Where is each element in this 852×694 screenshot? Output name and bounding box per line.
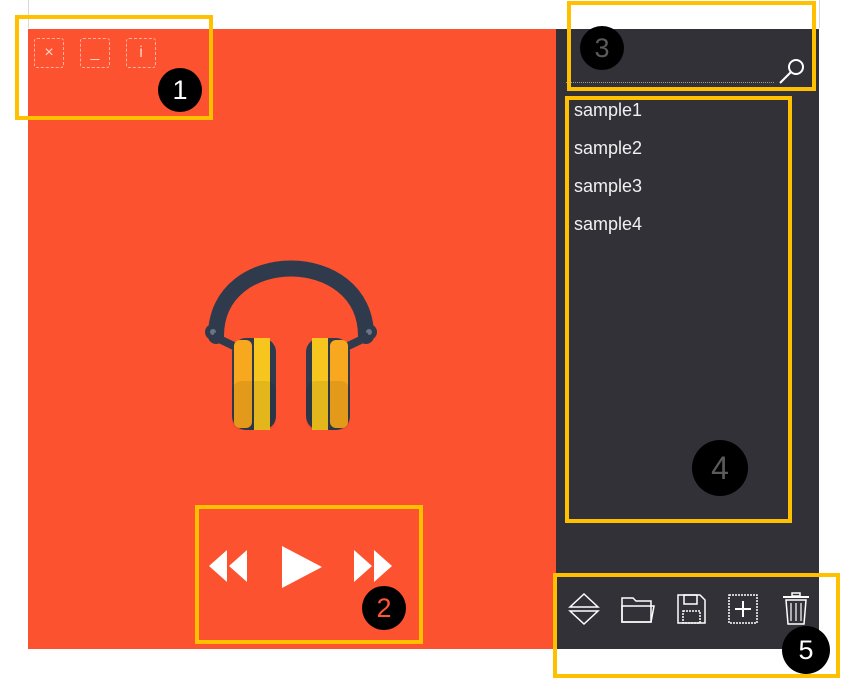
annotation-badge-5: 5 (782, 626, 830, 674)
annotation-badge-3: 3 (580, 26, 624, 70)
annotation-badge-2: 2 (362, 586, 406, 630)
annotation-badge-4: 4 (692, 440, 748, 496)
frame-line (819, 0, 820, 28)
headphones-icon (205, 260, 377, 430)
annotation-box-4 (565, 96, 792, 523)
annotation-badge-1: 1 (158, 68, 202, 112)
